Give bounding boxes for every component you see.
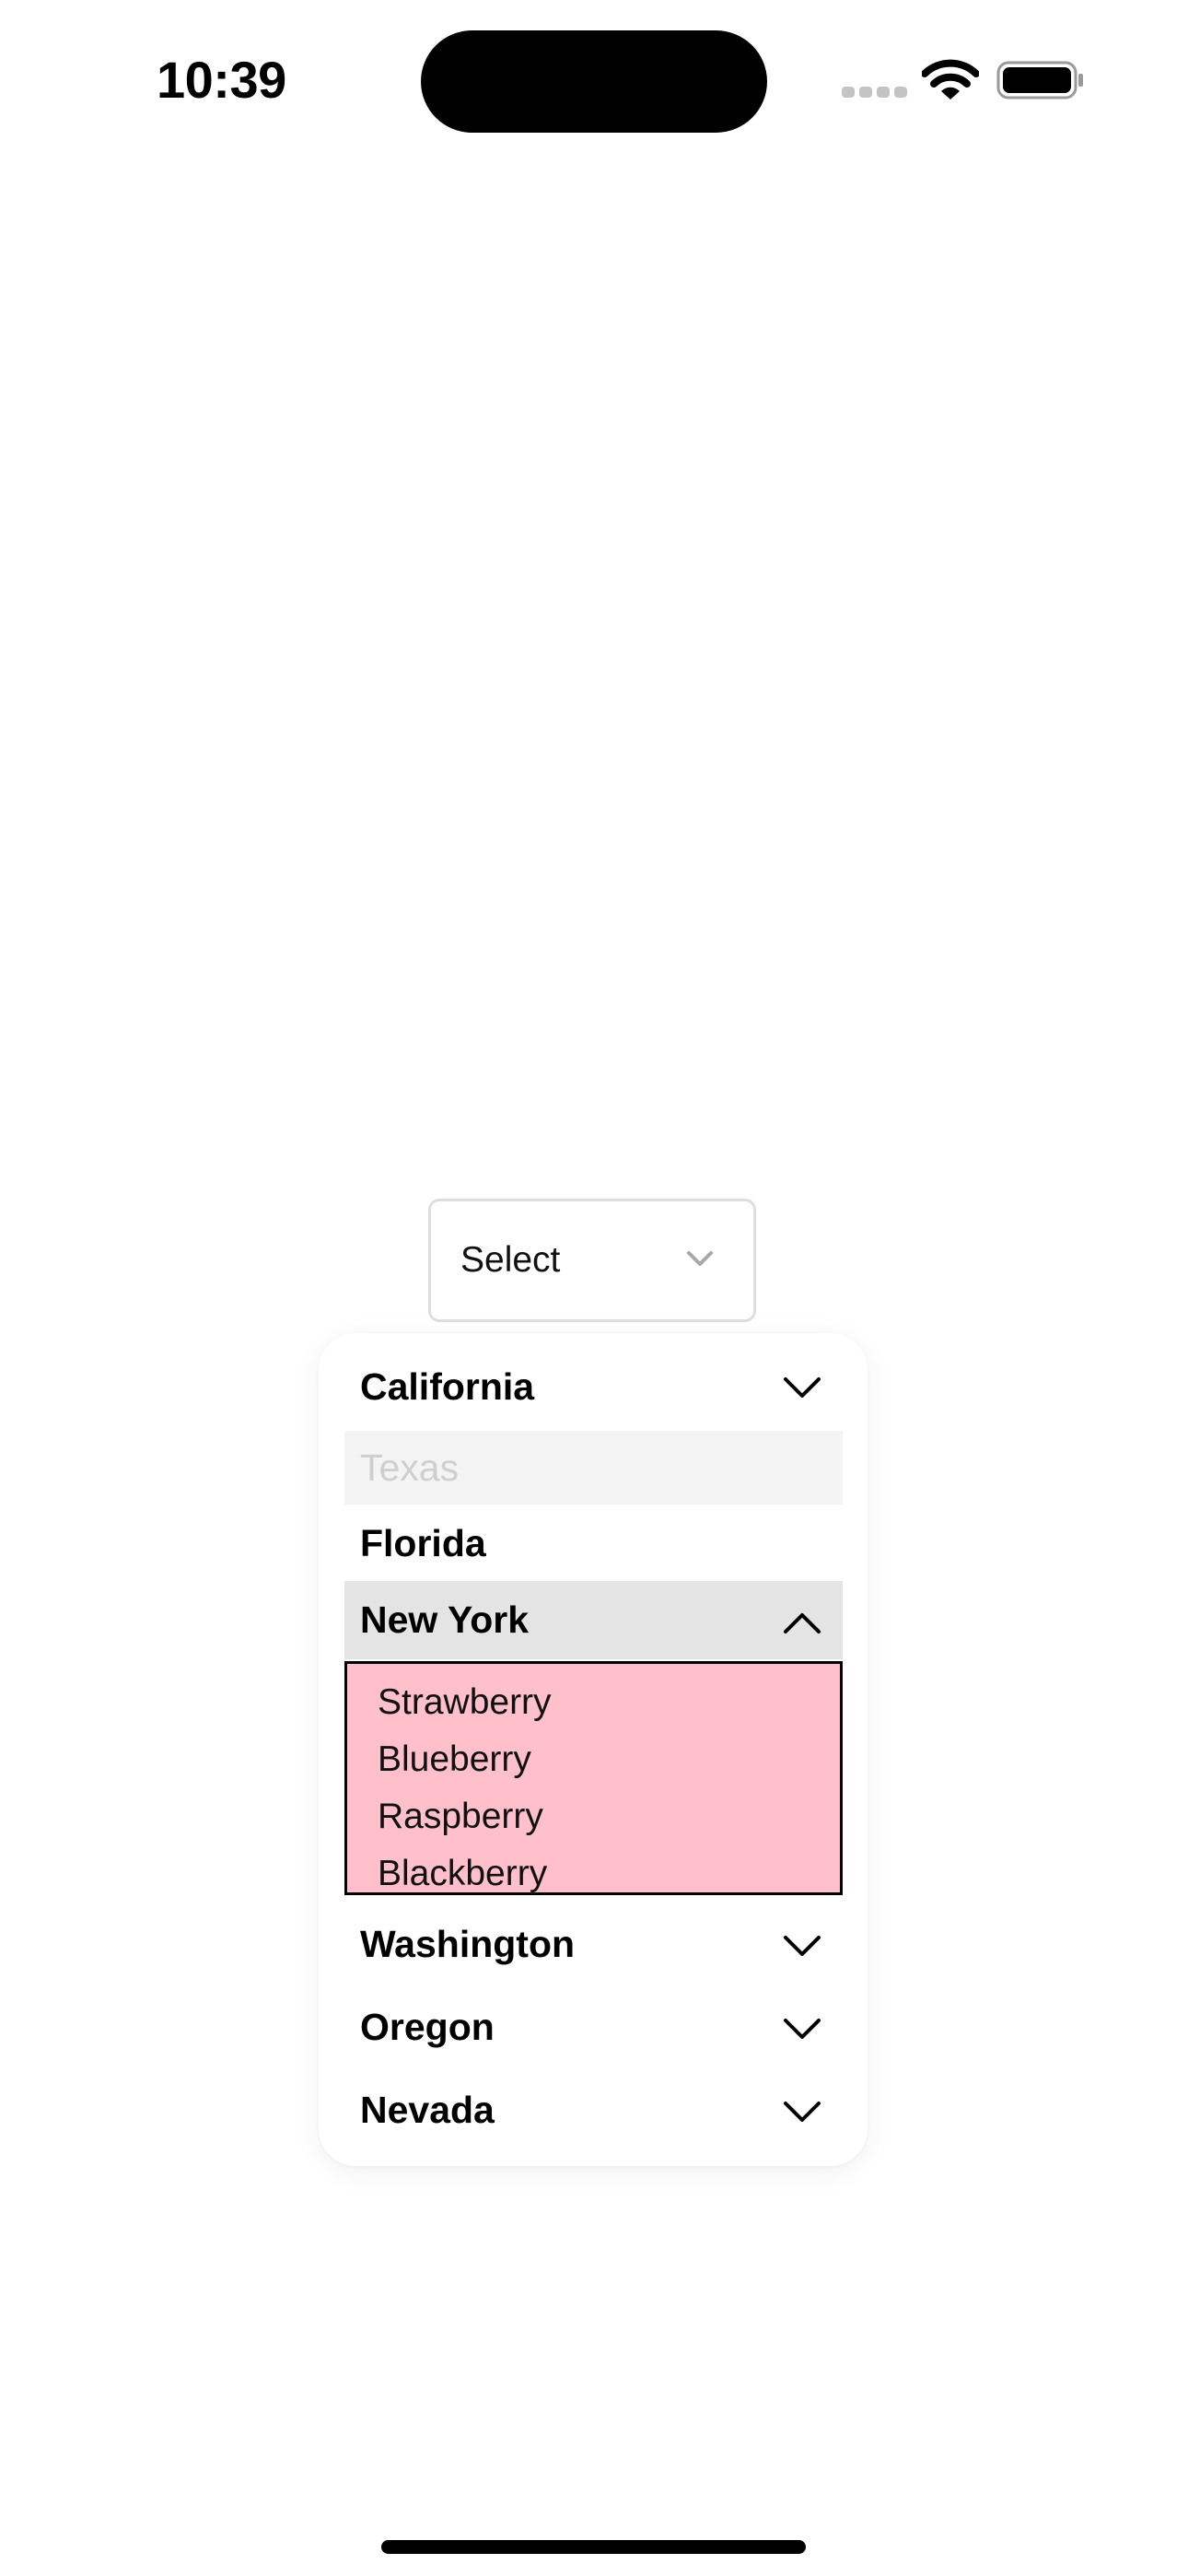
menu-item-new-york[interactable]: New York [344, 1581, 843, 1659]
menu-item-label: New York [360, 1598, 530, 1641]
menu-item-label: Texas [360, 1446, 460, 1489]
menu-item-oregon[interactable]: Oregon [344, 1988, 843, 2066]
menu-item-label: Oregon [360, 2006, 495, 2048]
status-time: 10:39 [157, 51, 286, 109]
chevron-up-icon [784, 1613, 821, 1633]
menu-item-label: Nevada [360, 2089, 495, 2131]
chevron-down-icon [784, 1936, 821, 1956]
submenu-item-blackberry[interactable]: Blackberry [378, 1854, 547, 1892]
menu-item-florida[interactable]: Florida [344, 1506, 843, 1580]
submenu-item-blueberry[interactable]: Blueberry [378, 1739, 531, 1780]
menu-item-texas: Texas [344, 1431, 843, 1505]
submenu-item-strawberry[interactable]: Strawberry [378, 1682, 552, 1723]
menu-item-label: Florida [360, 1522, 486, 1564]
submenu-new-york: Strawberry Blueberry Raspberry Blackberr… [344, 1661, 843, 1895]
select-dropdown[interactable]: Select [428, 1199, 756, 1322]
menu-item-label: Washington [360, 1923, 576, 1965]
select-label: Select [460, 1240, 561, 1280]
menu-item-nevada[interactable]: Nevada [344, 2071, 843, 2149]
chevron-down-icon [784, 2102, 821, 2122]
dynamic-island [421, 30, 767, 133]
menu-item-label: California [360, 1365, 535, 1408]
cellular-signal-icon [842, 87, 907, 100]
battery-icon [996, 61, 1083, 100]
menu-item-washington[interactable]: Washington [344, 1905, 843, 1983]
chevron-down-icon [687, 1251, 713, 1266]
wifi-icon [922, 59, 979, 100]
chevron-down-icon [784, 1377, 821, 1398]
submenu-item-raspberry[interactable]: Raspberry [378, 1797, 543, 1837]
menu-item-california[interactable]: California [344, 1348, 843, 1425]
home-indicator[interactable] [381, 2540, 806, 2554]
chevron-down-icon [784, 2019, 821, 2039]
